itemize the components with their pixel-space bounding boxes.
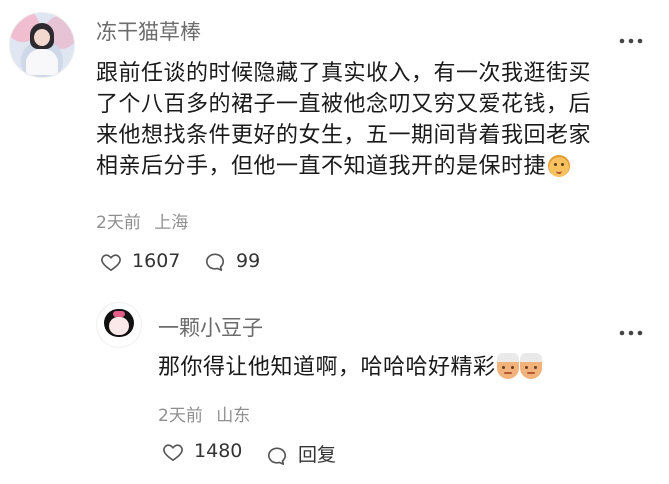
comment-avatar[interactable] [9,12,75,78]
comment-time: 2天前 [96,213,141,233]
reply-username[interactable]: 一颗小豆子 [158,312,263,342]
comment-like-button[interactable]: 1607 [100,250,180,272]
speech-bubble-icon [268,446,286,465]
comment-username[interactable]: 冻干猫草棒 [96,16,201,46]
reply-like-count: 1480 [194,440,243,462]
reply-time: 2天前 [158,406,203,426]
reply-label: 回复 [298,444,337,466]
comment-line-4: 相亲后分手，但他一直不知道我开的是保时捷 [96,151,656,182]
reply-more-icon[interactable] [618,322,644,336]
reply-location: 山东 [216,406,251,426]
heart-outline-icon [163,443,183,461]
comment-line-2: 了个八百多的裙子一直被他念叨又穷又爱花钱，后 [96,92,592,117]
comment-reply-button[interactable]: 99 [204,250,260,272]
more-icon[interactable] [618,30,644,44]
comment-meta: 2天前 上海 [96,208,188,233]
reply-like-button[interactable]: 1480 [162,440,242,462]
comment-content: 跟前任谈的时候隐藏了真实收入，有一次我逛街买 了个八百多的裙子一直被他念叨又穷又… [96,58,656,182]
comment-location: 上海 [154,213,189,233]
reply-content-text: 那你得让他知道啊，哈哈哈好精彩 [158,355,496,380]
reply-reply-button[interactable]: 回复 [266,440,336,467]
comment-like-count: 1607 [132,250,181,272]
reply-meta: 2天前 山东 [158,401,250,426]
shy-emoji-icon [519,353,542,379]
comment-line-1: 跟前任谈的时候隐藏了真实收入，有一次我逛街买 [96,61,592,86]
comment-line-4-text: 相亲后分手，但他一直不知道我开的是保时捷 [96,154,547,179]
heart-outline-icon [101,253,121,271]
speech-bubble-icon [206,252,224,271]
smiling-emoji-icon [548,155,571,177]
shy-emoji-icon [496,353,519,379]
reply-avatar[interactable] [96,302,142,348]
comment-reply-count: 99 [236,250,261,272]
reply-content: 那你得让他知道啊，哈哈哈好精彩 [158,352,542,383]
comment-line-3: 来他想找条件更好的女生，五一期间背着我回老家 [96,123,592,148]
